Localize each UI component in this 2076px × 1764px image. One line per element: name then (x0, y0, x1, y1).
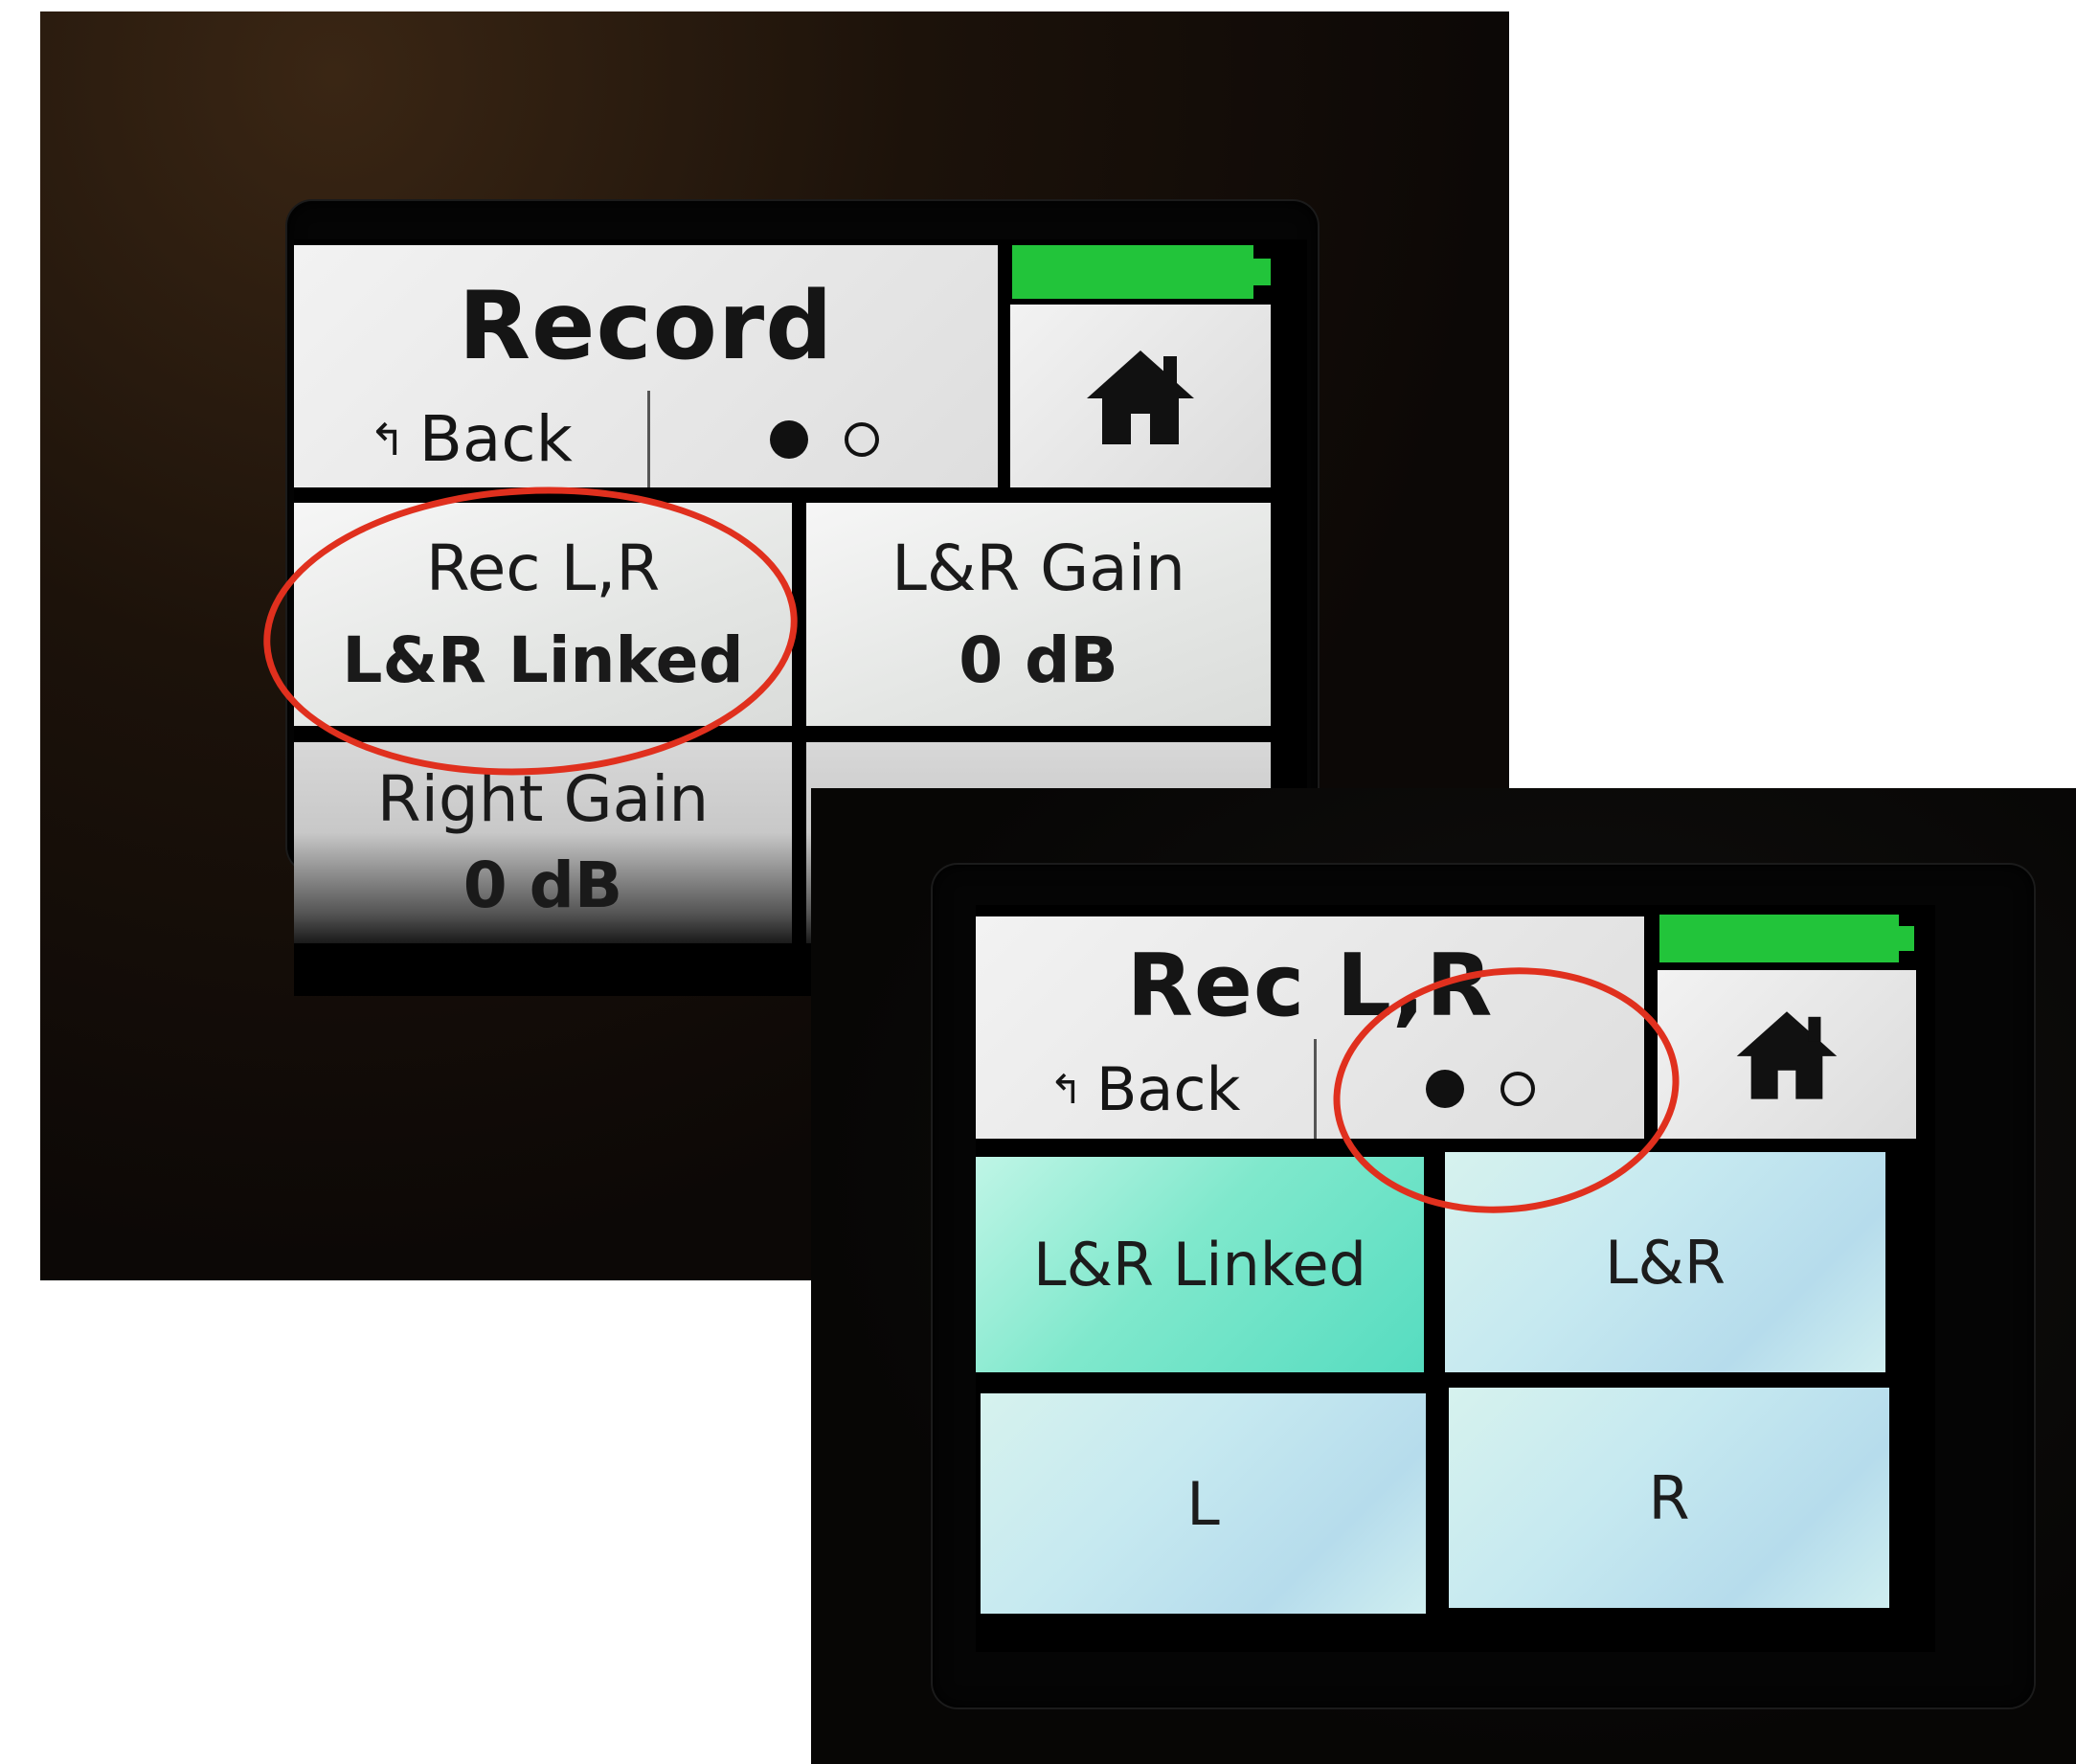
title-bar: Record ↰ Back (294, 245, 998, 487)
page-indicator (650, 391, 998, 487)
param-value: 0 dB (959, 622, 1118, 697)
option-r[interactable]: R (1449, 1388, 1889, 1608)
back-arrow-icon: ↰ (1049, 1065, 1083, 1113)
param-value: 0 dB (463, 848, 623, 922)
back-label: Back (418, 402, 573, 476)
option-label: L&R (1605, 1227, 1726, 1298)
battery-indicator (1659, 915, 1899, 962)
back-button[interactable]: ↰ Back (294, 391, 650, 487)
back-button[interactable]: ↰ Back (976, 1039, 1317, 1139)
battery-nub (1899, 926, 1914, 951)
home-icon (1087, 350, 1194, 444)
home-icon (1736, 1011, 1838, 1099)
option-l[interactable]: L (981, 1393, 1426, 1614)
option-label: L (1186, 1468, 1220, 1539)
back-arrow-icon: ↰ (369, 413, 406, 465)
option-label: R (1648, 1462, 1690, 1533)
param-label: L&R Gain (891, 531, 1185, 605)
param-tile-lr-gain[interactable]: L&R Gain 0 dB (806, 503, 1271, 726)
battery-nub (1253, 259, 1271, 285)
page-dot-current-icon (769, 419, 808, 459)
battery-indicator (1012, 245, 1253, 299)
option-lr-linked[interactable]: L&R Linked (976, 1157, 1424, 1372)
page-dot-icon (844, 421, 879, 457)
home-button[interactable] (1658, 970, 1916, 1139)
back-label: Back (1095, 1053, 1241, 1124)
option-label: L&R Linked (1033, 1230, 1366, 1300)
home-button[interactable] (1010, 305, 1271, 487)
screen-title: Record (458, 272, 834, 381)
rec-lr-screen-photo: Rec L,R ↰ Back L&R Linked L&R L R (811, 788, 2076, 1764)
